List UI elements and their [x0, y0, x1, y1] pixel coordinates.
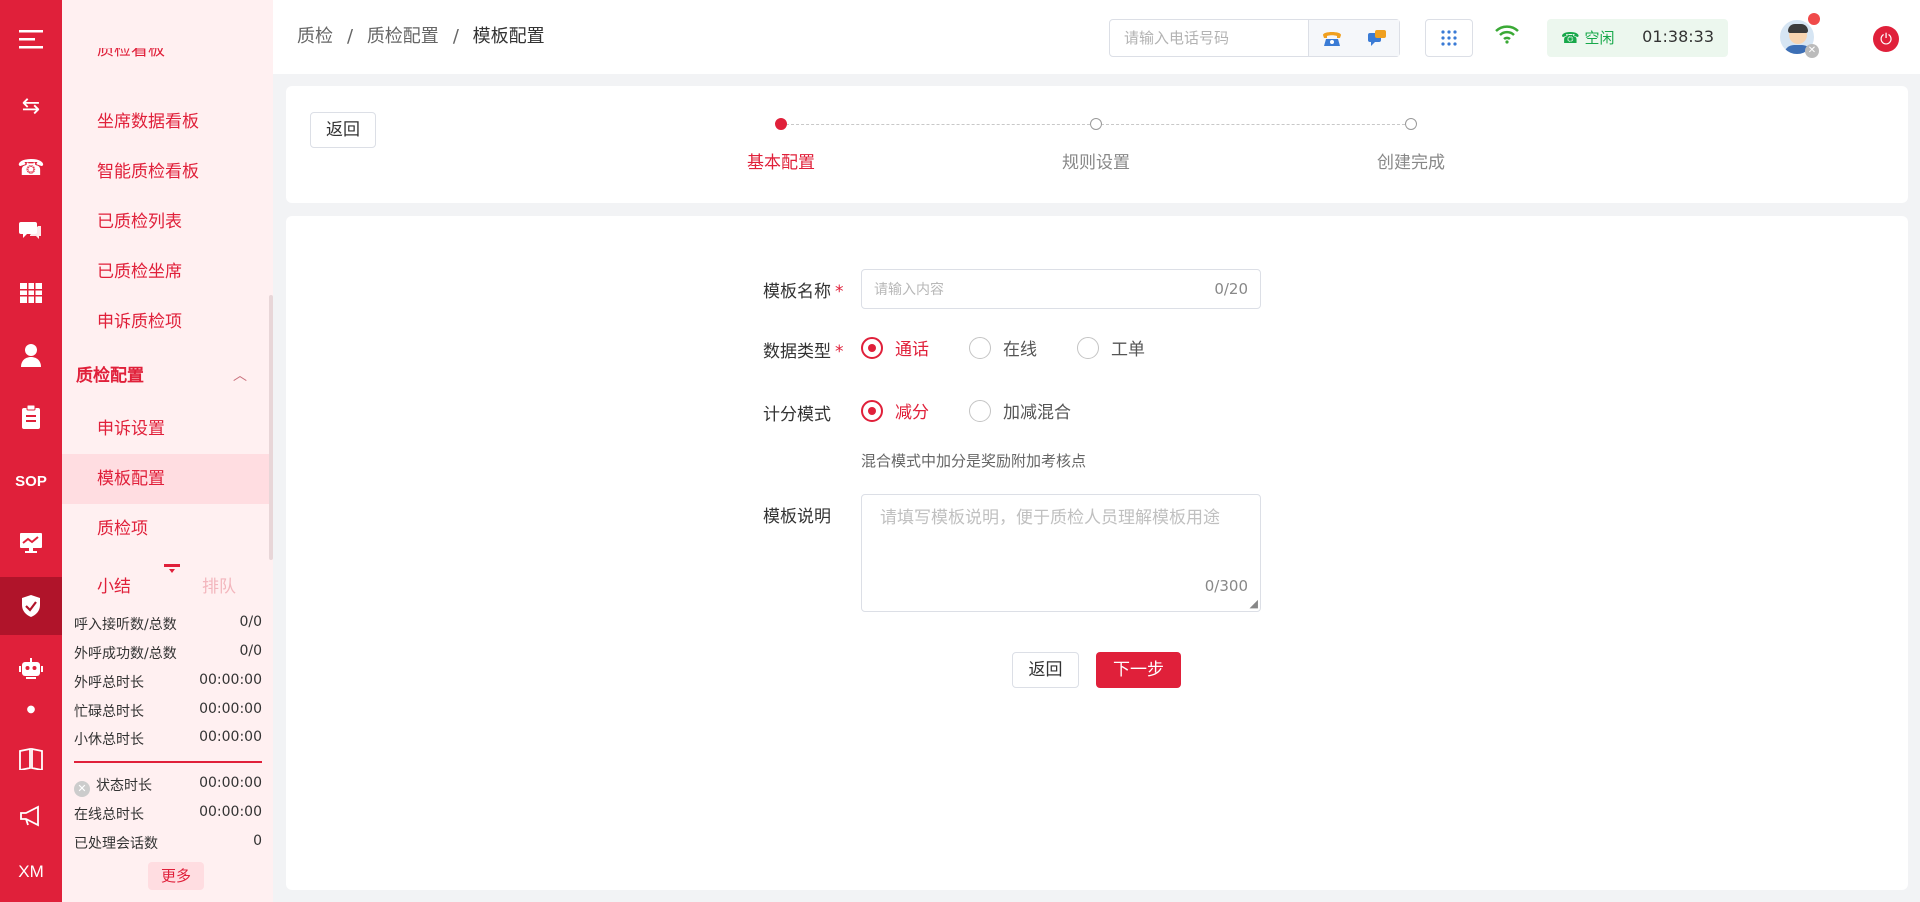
more-button[interactable]: 更多: [148, 862, 204, 890]
message-icon[interactable]: [1354, 20, 1399, 56]
stat-row: 外呼成功数/总数 0/0: [74, 643, 262, 662]
stat-row: 忙碌总时长 00:00:00: [74, 701, 262, 720]
name-char-count: 0/20: [1214, 280, 1248, 298]
wifi-icon: [1495, 24, 1519, 50]
left-rail: ⇆ ☎ SOP ● XM: [0, 0, 62, 902]
breadcrumb-current: 模板配置: [472, 26, 545, 47]
book-icon[interactable]: [0, 730, 62, 788]
menu-scrollbar[interactable]: [269, 295, 273, 560]
radio-call[interactable]: 通话: [861, 335, 929, 360]
step-connector: [1101, 124, 1410, 125]
phone-icon[interactable]: ☎: [0, 139, 62, 197]
stat-row: 已处理会话数 0: [74, 833, 262, 852]
menu-item-smart-qc-dashboard[interactable]: 智能质检看板: [62, 147, 269, 197]
summary-tabs: 小结 排队: [62, 564, 269, 602]
user-icon[interactable]: [0, 326, 62, 384]
data-type-label: 数据类型 *: [763, 342, 844, 362]
score-mode-label: 计分模式: [763, 405, 831, 425]
sub-menu: 质检看板 坐席数据看板 智能质检看板 已质检列表 已质检坐席 申诉质检项 质检配…: [62, 0, 273, 902]
radio-mixed[interactable]: 加减混合: [969, 398, 1071, 423]
radio-ticket[interactable]: 工单: [1077, 335, 1145, 360]
agent-status[interactable]: ☎ 空闲 01:38:33: [1547, 19, 1728, 57]
stat-row: 小休总时长 00:00:00: [74, 729, 262, 748]
template-name-input[interactable]: [862, 270, 1182, 308]
radio-deduct[interactable]: 减分: [861, 398, 929, 423]
menu-item-template-config[interactable]: 模板配置: [62, 454, 269, 504]
step-dot-active: [775, 118, 787, 130]
apps-grid-icon[interactable]: [1425, 19, 1473, 57]
breadcrumb-item[interactable]: 质检配置: [367, 26, 439, 47]
dot-icon: ●: [26, 703, 36, 715]
step-dot: [1405, 118, 1417, 130]
menu-item-appeal-qc[interactable]: 申诉质检项: [62, 297, 269, 347]
tab-queue[interactable]: 排队: [202, 572, 236, 597]
radio-online[interactable]: 在线: [969, 335, 1037, 360]
menu-item-qc-list[interactable]: 已质检列表: [62, 197, 269, 247]
score-mode-hint: 混合模式中加分是奖励附加考核点: [861, 452, 1087, 470]
menu-group-qc-config[interactable]: 质检配置 ︿: [62, 351, 269, 401]
stats-divider: [74, 761, 262, 763]
monitor-icon[interactable]: [0, 514, 62, 572]
megaphone-icon[interactable]: [0, 787, 62, 845]
breadcrumb-item[interactable]: 质检: [297, 26, 333, 47]
desc-char-count: 0/300: [1204, 577, 1248, 595]
caret-down-icon: [169, 569, 175, 573]
step-complete: 创建完成: [1377, 153, 1445, 173]
template-desc-label: 模板说明: [763, 507, 831, 527]
clipboard-icon[interactable]: [0, 388, 62, 446]
power-icon[interactable]: ⏻: [1873, 26, 1899, 52]
menu-item-qc-items[interactable]: 质检项: [62, 504, 269, 554]
chevron-up-icon: ︿: [233, 368, 247, 384]
phone-status-icon: ☎: [1561, 29, 1585, 47]
phone-number-input[interactable]: [1110, 20, 1310, 56]
collapse-handle[interactable]: [164, 564, 180, 567]
status-timer: 01:38:33: [1642, 27, 1714, 46]
step-rule-settings: 规则设置: [1062, 153, 1130, 173]
resize-handle-icon[interactable]: ◢: [1250, 598, 1258, 609]
template-desc-textarea[interactable]: [862, 495, 1260, 611]
table-icon[interactable]: [0, 264, 62, 322]
phone-dial-box: [1109, 19, 1400, 57]
menu-item-partial[interactable]: 质检看板: [62, 48, 269, 70]
template-name-field: 0/20: [861, 269, 1261, 309]
stat-row: 在线总时长 00:00:00: [74, 804, 262, 823]
next-step-button[interactable]: 下一步: [1096, 652, 1181, 688]
template-name-label: 模板名称 *: [763, 282, 844, 302]
transfer-icon[interactable]: ⇆: [0, 77, 62, 135]
template-desc-field: 0/300 ◢: [861, 494, 1261, 612]
sop-icon[interactable]: SOP: [0, 452, 62, 510]
xm-icon[interactable]: XM: [0, 843, 62, 901]
stat-row: 外呼总时长 00:00:00: [74, 672, 262, 691]
menu-item-agent-dashboard[interactable]: 坐席数据看板: [62, 97, 269, 147]
robot-icon[interactable]: [0, 640, 62, 698]
close-icon[interactable]: ✕: [74, 781, 90, 797]
menu-item-qc-agents[interactable]: 已质检坐席: [62, 247, 269, 297]
dial-phone-icon[interactable]: [1309, 20, 1354, 56]
stat-row: ✕ 状态时长 00:00:00: [74, 775, 262, 801]
shield-check-icon[interactable]: [0, 577, 62, 635]
notification-dot: [1808, 13, 1820, 25]
menu-icon[interactable]: [0, 10, 62, 68]
steps-progress: 基本配置 规则设置 创建完成: [286, 86, 1908, 203]
stat-row: 呼入接听数/总数 0/0: [74, 614, 262, 633]
form-card: 模板名称* 0/20 数据类型* 通话 在线 工单 计分模式 减分 加减混合 混…: [286, 216, 1908, 890]
step-dot: [1090, 118, 1102, 130]
breadcrumb: 质检 / 质检配置 / 模板配置: [297, 26, 545, 47]
steps-card: 返回 基本配置 规则设置 创建完成: [286, 86, 1908, 203]
top-header: 质检/ 质检配置/ 模板配置 ☎ 空闲 01:38:33 ✕ ⏻: [273, 0, 1920, 74]
tab-summary[interactable]: 小结: [97, 572, 131, 597]
chat-icon[interactable]: [0, 201, 62, 259]
close-icon[interactable]: ✕: [1805, 44, 1819, 58]
step-basic-config: 基本配置: [747, 153, 815, 173]
menu-item-appeal-settings[interactable]: 申诉设置: [62, 404, 269, 454]
step-connector: [786, 124, 1095, 125]
form-back-button[interactable]: 返回: [1012, 652, 1079, 688]
